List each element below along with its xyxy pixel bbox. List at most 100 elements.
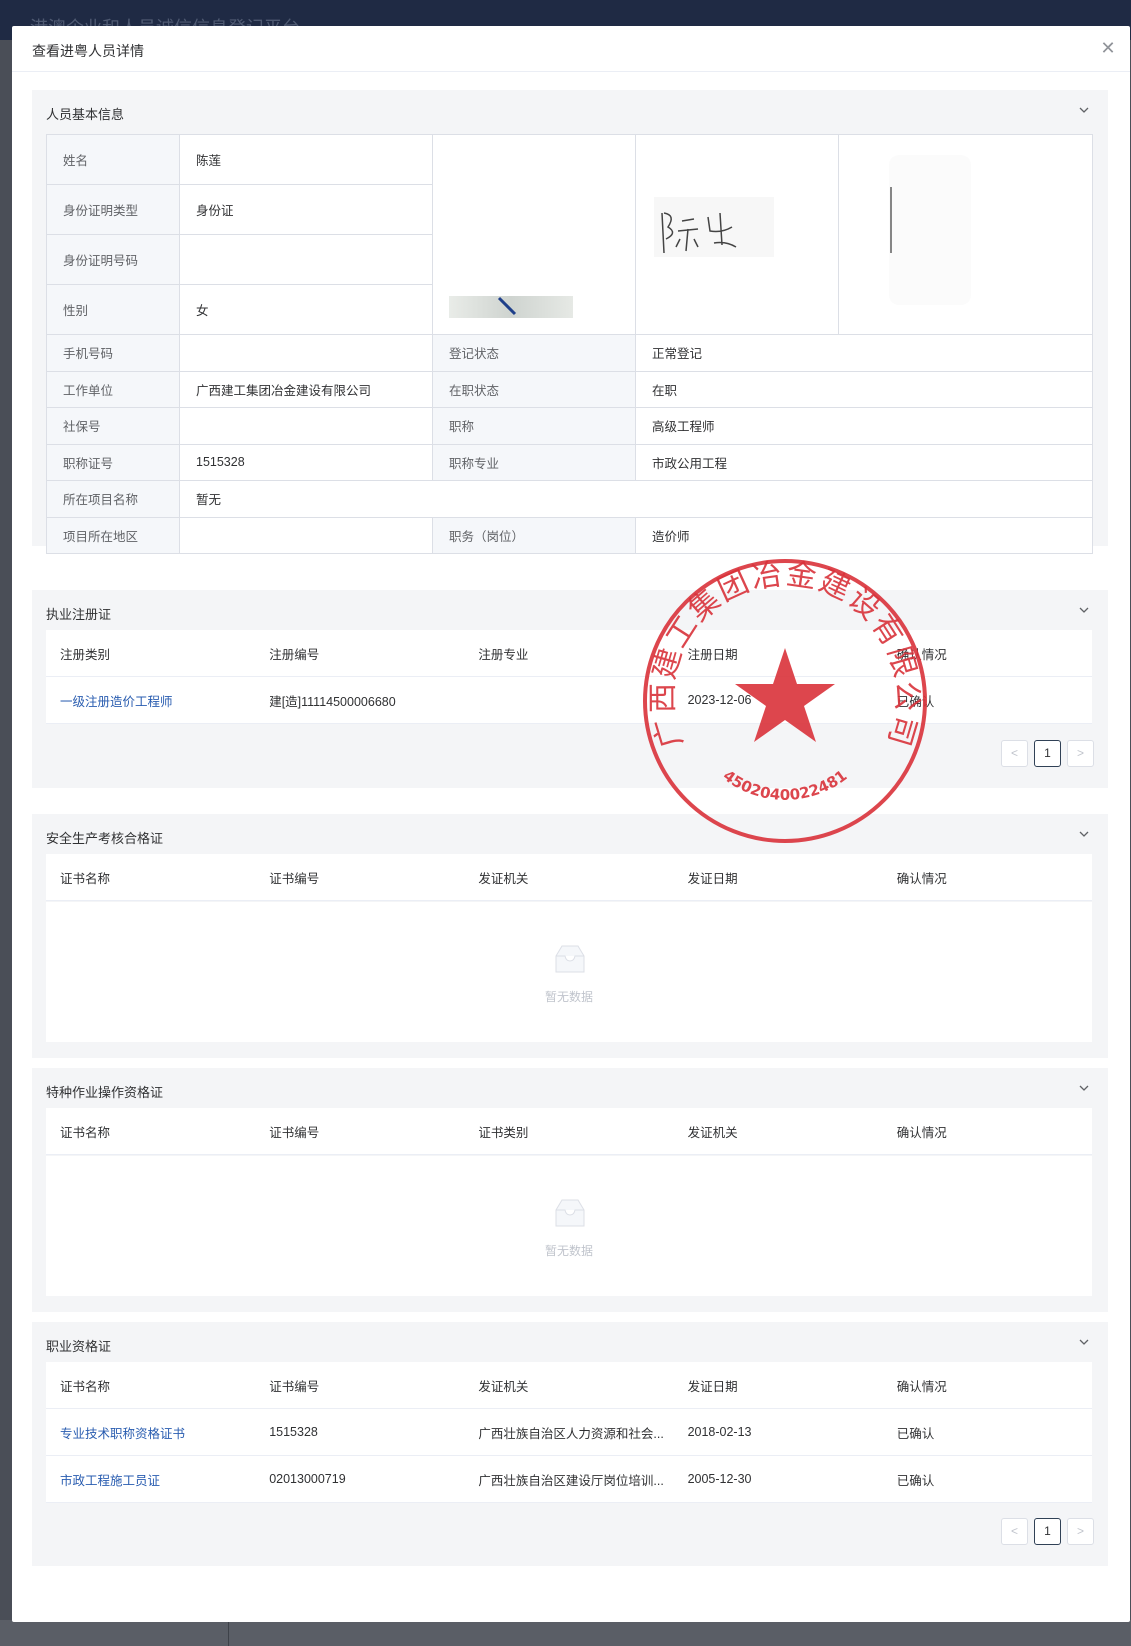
chevron-down-icon[interactable] — [1074, 1078, 1094, 1098]
section-header[interactable]: 安全生产考核合格证 — [32, 814, 1108, 858]
cert-name-link[interactable]: 专业技术职称资格证书 — [46, 1423, 255, 1442]
pagination: < 1 > — [1001, 740, 1094, 768]
safety-cert-table: 证书名称 证书编号 发证机关 发证日期 确认情况 — [46, 854, 1092, 901]
gender-label: 性别 — [46, 284, 180, 335]
section-header[interactable]: 执业注册证 — [32, 590, 1108, 634]
column-header: 注册编号 — [269, 647, 320, 662]
empty-state: 暂无数据 — [46, 902, 1092, 1042]
table-row: 一级注册造价工程师 建[造]11114500006680 2023-12-06 … — [46, 677, 1092, 724]
project-region-value — [179, 516, 433, 554]
empty-box-icon — [555, 945, 585, 973]
work-unit-value: 广西建工集团冶金建设有限公司 — [179, 370, 433, 408]
column-header: 确认情况 — [896, 1379, 947, 1394]
basic-info-table: 姓名 陈莲 身份证明类型 身份证 身份证明号码 性别 女 手机号码 登记状态 正… — [46, 134, 1093, 554]
section-title: 人员基本信息 — [46, 107, 125, 122]
table-cell: 已确认 — [896, 1473, 935, 1488]
signature-image — [635, 134, 839, 335]
section-title: 执业注册证 — [46, 607, 112, 622]
detail-dialog: 查看进粤人员详情 ✕ 人员基本信息 姓名 陈莲 身份证明类型 身份证 身份证明号… — [12, 26, 1130, 1622]
column-header: 确认情况 — [896, 871, 947, 886]
column-header: 证书类别 — [478, 1125, 529, 1140]
social-security-value — [179, 407, 433, 445]
chevron-down-icon[interactable] — [1074, 100, 1094, 120]
phone-label: 手机号码 — [46, 334, 180, 372]
column-header: 发证日期 — [687, 871, 738, 886]
reg-status-label: 登记状态 — [432, 334, 636, 372]
photo-strip — [449, 296, 573, 318]
prev-page-button[interactable]: < — [1001, 1518, 1028, 1545]
background-footer — [0, 1620, 1131, 1646]
page-number-button[interactable]: 1 — [1034, 740, 1061, 767]
close-icon[interactable]: ✕ — [1098, 38, 1118, 58]
column-header: 证书编号 — [269, 871, 320, 886]
gender-value: 女 — [179, 284, 433, 335]
next-page-button[interactable]: > — [1067, 740, 1094, 767]
post-value: 造价师 — [635, 516, 1093, 554]
name-label: 姓名 — [46, 134, 180, 185]
special-cert-table: 证书名称 证书编号 证书类别 发证机关 确认情况 — [46, 1108, 1092, 1155]
column-header: 确认情况 — [896, 647, 947, 662]
section-professional-qualification: 职业资格证 证书名称 证书编号 发证机关 发证日期 确认情况 专业技术职称资格证… — [32, 1322, 1108, 1566]
project-name-label: 所在项目名称 — [46, 480, 180, 518]
column-header: 证书编号 — [269, 1125, 320, 1140]
table-header-row: 证书名称 证书编号 证书类别 发证机关 确认情况 — [46, 1108, 1092, 1155]
empty-box-icon — [555, 1199, 585, 1227]
phone-value — [179, 334, 433, 372]
column-header: 注册类别 — [60, 647, 111, 662]
project-region-label: 项目所在地区 — [46, 516, 180, 554]
table-row: 专业技术职称资格证书 1515328 广西壮族自治区人力资源和社会... 201… — [46, 1409, 1092, 1456]
professional-title-value: 高级工程师 — [635, 407, 1093, 445]
professional-cert-table: 证书名称 证书编号 发证机关 发证日期 确认情况 专业技术职称资格证书 1515… — [46, 1362, 1092, 1503]
id-photo — [432, 134, 636, 335]
table-row: 市政工程施工员证 02013000719 广西壮族自治区建设厅岗位培训... 2… — [46, 1456, 1092, 1503]
page-number-button[interactable]: 1 — [1034, 1518, 1061, 1545]
cert-name-link[interactable]: 一级注册造价工程师 — [46, 691, 255, 710]
section-registration-cert: 执业注册证 注册类别 注册编号 注册专业 注册日期 确认情况 一级注册造价工程师… — [32, 590, 1108, 788]
id-number-value — [179, 234, 433, 285]
next-page-button[interactable]: > — [1067, 1518, 1094, 1545]
registration-cert-table: 注册类别 注册编号 注册专业 注册日期 确认情况 一级注册造价工程师 建[造]1… — [46, 630, 1092, 724]
divider — [228, 1620, 229, 1646]
section-special-operation-cert: 特种作业操作资格证 证书名称 证书编号 证书类别 发证机关 确认情况 暂无数据 — [32, 1068, 1108, 1312]
chevron-down-icon[interactable] — [1074, 824, 1094, 844]
column-header: 确认情况 — [896, 1125, 947, 1140]
job-status-label: 在职状态 — [432, 370, 636, 408]
title-major-value: 市政公用工程 — [635, 443, 1093, 481]
section-header[interactable]: 特种作业操作资格证 — [32, 1068, 1108, 1112]
dialog-header: 查看进粤人员详情 ✕ — [12, 26, 1130, 72]
column-header: 证书编号 — [269, 1379, 320, 1394]
section-title: 特种作业操作资格证 — [46, 1085, 164, 1100]
prev-page-button[interactable]: < — [1001, 740, 1028, 767]
professional-title-label: 职称 — [432, 407, 636, 445]
chevron-down-icon[interactable] — [1074, 600, 1094, 620]
chevron-down-icon[interactable] — [1074, 1332, 1094, 1352]
table-cell: 已确认 — [896, 694, 935, 709]
section-safety-cert: 安全生产考核合格证 证书名称 证书编号 发证机关 发证日期 确认情况 暂无数据 — [32, 814, 1108, 1058]
empty-state: 暂无数据 — [46, 1156, 1092, 1296]
table-cell: 已确认 — [896, 1426, 935, 1441]
title-cert-no-value: 1515328 — [179, 443, 433, 481]
column-header: 发证机关 — [687, 1125, 738, 1140]
column-header: 注册日期 — [687, 647, 738, 662]
table-header-row: 证书名称 证书编号 发证机关 发证日期 确认情况 — [46, 854, 1092, 901]
id-number-label: 身份证明号码 — [46, 234, 180, 285]
table-cell: 建[造]11114500006680 — [269, 694, 396, 709]
section-basic-info: 人员基本信息 姓名 陈莲 身份证明类型 身份证 身份证明号码 性别 女 手机号码… — [32, 90, 1108, 554]
section-header[interactable]: 人员基本信息 — [32, 90, 1108, 134]
column-header: 发证日期 — [687, 1379, 738, 1394]
post-label: 职务（岗位） — [432, 516, 636, 554]
table-cell: 广西壮族自治区人力资源和社会... — [478, 1426, 664, 1441]
table-cell: 广西壮族自治区建设厅岗位培训... — [478, 1473, 664, 1488]
project-name-value: 暂无 — [179, 480, 1093, 518]
social-security-label: 社保号 — [46, 407, 180, 445]
empty-text: 暂无数据 — [544, 990, 593, 1004]
section-header[interactable]: 职业资格证 — [32, 1322, 1108, 1366]
table-cell: 2018-02-13 — [687, 1425, 752, 1439]
cert-name-link[interactable]: 市政工程施工员证 — [46, 1470, 255, 1489]
table-cell: 02013000719 — [269, 1472, 346, 1486]
name-value: 陈莲 — [179, 134, 433, 185]
table-cell: 2023-12-06 — [687, 693, 752, 707]
empty-text: 暂无数据 — [544, 1244, 593, 1258]
section-title: 安全生产考核合格证 — [46, 831, 164, 846]
title-cert-no-label: 职称证号 — [46, 443, 180, 481]
